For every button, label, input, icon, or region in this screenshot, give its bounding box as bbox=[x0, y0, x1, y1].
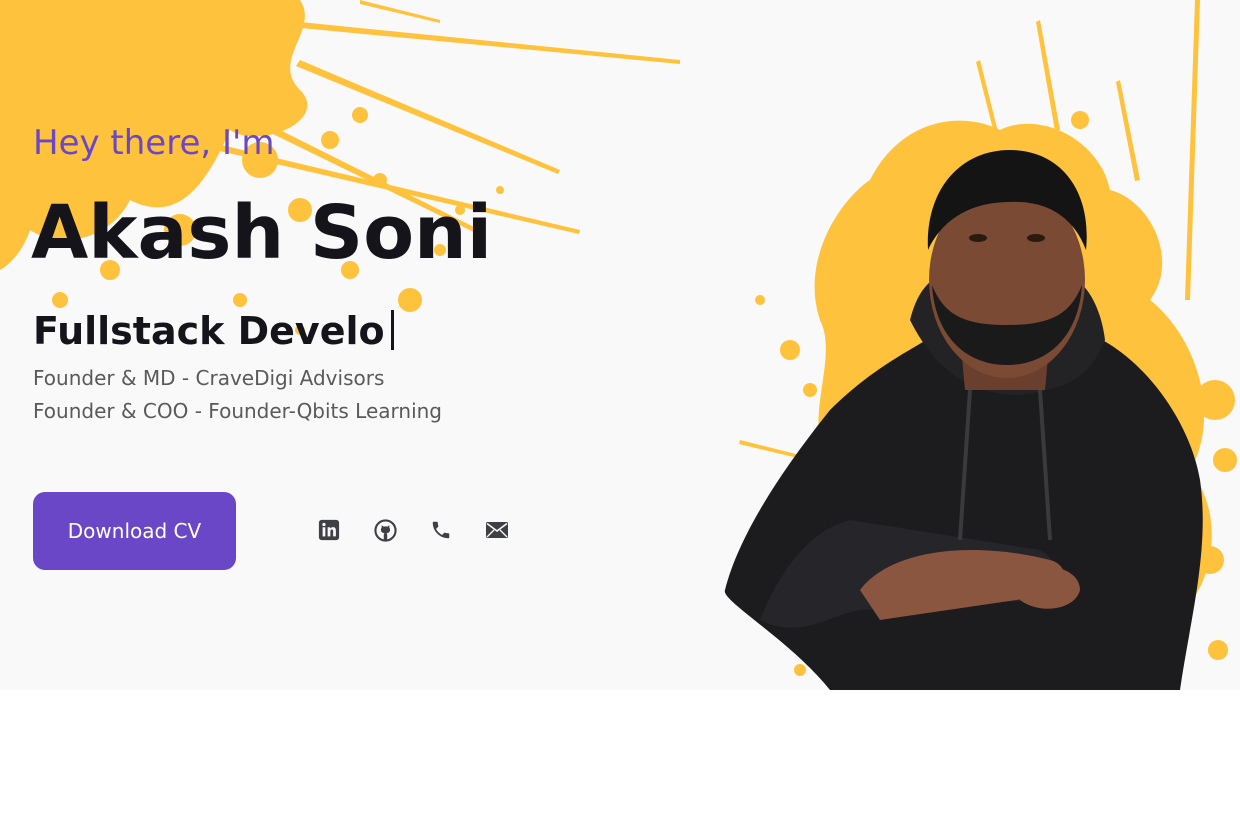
hero-section: Hey there, I'm Akash Soni Fullstack Deve… bbox=[0, 0, 1240, 690]
download-cv-button[interactable]: Download CV bbox=[33, 492, 236, 570]
linkedin-icon[interactable] bbox=[317, 518, 341, 542]
typed-role: Fullstack Develo bbox=[33, 306, 394, 356]
github-icon[interactable] bbox=[373, 518, 397, 542]
phone-icon[interactable] bbox=[429, 518, 453, 542]
person-name: Akash Soni bbox=[31, 190, 493, 276]
mail-icon[interactable] bbox=[485, 518, 509, 542]
social-links bbox=[317, 518, 509, 542]
profile-photo bbox=[724, 150, 1203, 690]
typing-caret bbox=[390, 310, 394, 350]
position-item: Founder & COO - Founder-Qbits Learning bbox=[33, 399, 443, 423]
greeting-text: Hey there, I'm bbox=[33, 123, 275, 163]
positions-list: Founder & MD - CraveDigi Advisors Founde… bbox=[33, 362, 442, 428]
typed-role-text: Fullstack Develo bbox=[33, 309, 385, 353]
position-item: Founder & MD - CraveDigi Advisors bbox=[33, 366, 385, 390]
